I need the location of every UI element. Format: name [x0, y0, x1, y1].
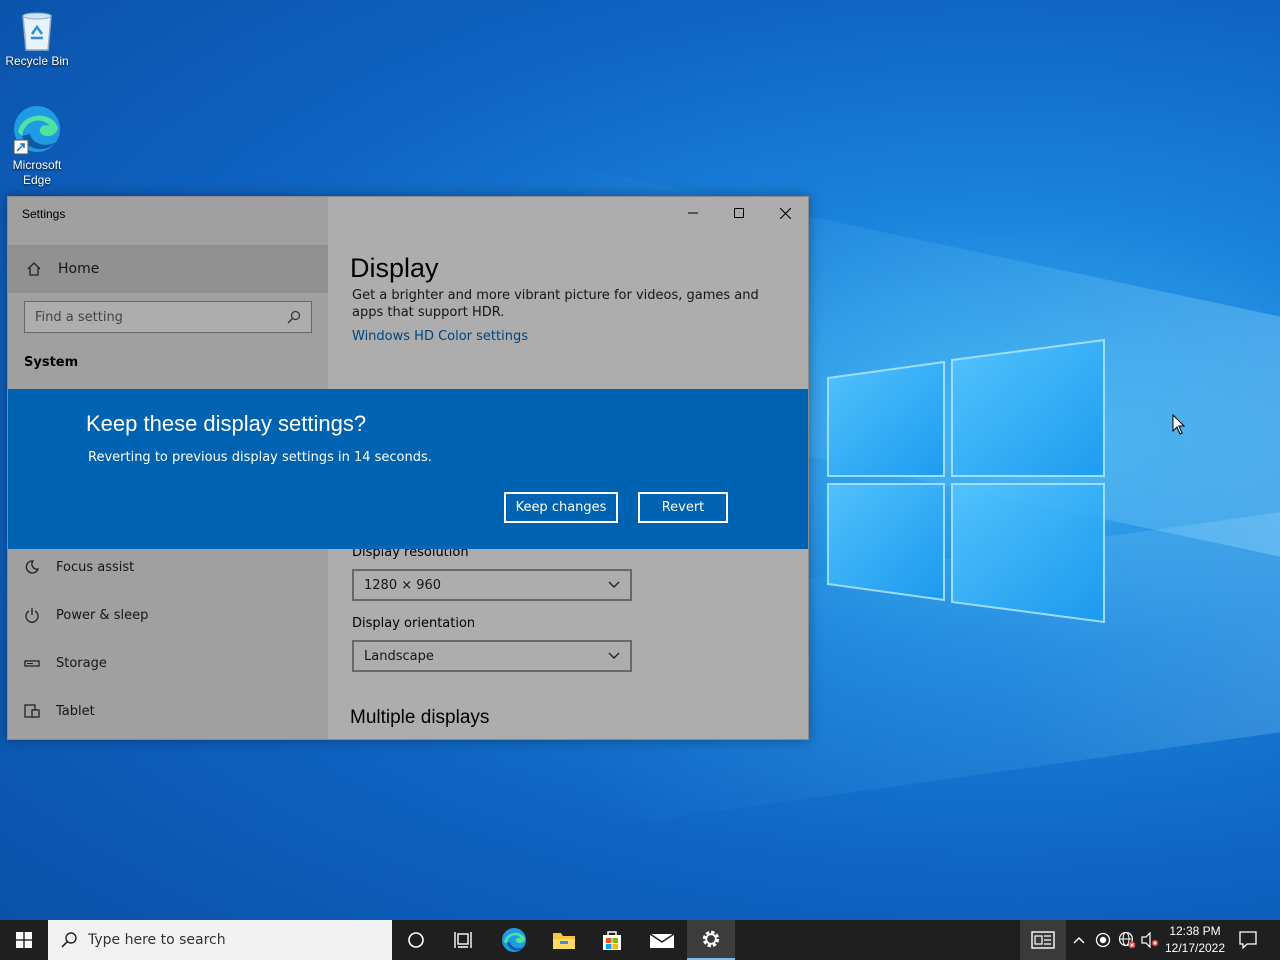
- network-button[interactable]: [1116, 920, 1138, 960]
- dialog-title: Keep these display settings?: [86, 411, 367, 436]
- search-icon: [61, 932, 77, 948]
- keep-changes-button[interactable]: Keep changes: [504, 492, 618, 523]
- file-explorer-button[interactable]: [540, 920, 588, 960]
- action-center-button[interactable]: [1232, 920, 1264, 960]
- desktop-icon-label: Recycle Bin: [5, 54, 69, 68]
- windows-start-icon: [16, 932, 32, 948]
- taskbar-search-box[interactable]: Type here to search: [48, 920, 392, 960]
- notification-icon: [1239, 931, 1257, 949]
- settings-taskbar-button[interactable]: [687, 920, 735, 960]
- task-view-icon: [454, 932, 472, 948]
- recycle-bin-icon: [22, 12, 52, 51]
- start-button[interactable]: [0, 920, 48, 960]
- news-icon: [1031, 931, 1055, 949]
- show-hidden-icons-button[interactable]: [1068, 920, 1090, 960]
- mouse-cursor-icon: [1172, 414, 1186, 435]
- task-view-button[interactable]: [440, 920, 488, 960]
- desktop-icon-microsoft-edge[interactable]: Microsoft Edge: [1, 104, 73, 188]
- windows-wallpaper-logo: [827, 338, 1105, 624]
- taskbar: Type here to search 12:38 PM 12/17/2022: [0, 920, 1280, 960]
- taskbar-clock[interactable]: 12:38 PM 12/17/2022: [1160, 923, 1230, 957]
- volume-muted-icon: [1141, 932, 1159, 948]
- mail-icon: [649, 933, 675, 948]
- dialog-message: Reverting to previous display settings i…: [88, 450, 432, 465]
- settings-window: Settings Home Find a setting System Focu…: [7, 196, 809, 740]
- microsoft-store-button[interactable]: [588, 920, 636, 960]
- gear-icon: [702, 930, 720, 948]
- edge-icon: [502, 928, 526, 952]
- edge-icon: [13, 106, 60, 155]
- taskbar-edge-button[interactable]: [490, 920, 538, 960]
- taskbar-search-placeholder: Type here to search: [88, 932, 226, 948]
- folder-icon: [553, 933, 575, 949]
- mail-button[interactable]: [638, 920, 686, 960]
- desktop-icon-label: Microsoft Edge: [12, 158, 62, 187]
- clock-date: 12/17/2022: [1164, 941, 1226, 955]
- clock-time: 12:38 PM: [1169, 924, 1221, 938]
- keep-display-settings-dialog: Keep these display settings? Reverting t…: [8, 389, 808, 549]
- news-and-interests-button[interactable]: [1020, 920, 1066, 960]
- network-globe-icon: [1118, 931, 1136, 949]
- chevron-up-icon: [1073, 937, 1085, 944]
- revert-button[interactable]: Revert: [638, 492, 728, 523]
- tray-record-button[interactable]: [1092, 920, 1114, 960]
- cortana-button[interactable]: [392, 920, 440, 960]
- store-bag-icon: [603, 931, 621, 950]
- cortana-circle-icon: [408, 932, 424, 948]
- record-icon: [1095, 932, 1111, 948]
- volume-button[interactable]: [1140, 920, 1160, 960]
- desktop-icon-recycle-bin[interactable]: Recycle Bin: [1, 8, 73, 69]
